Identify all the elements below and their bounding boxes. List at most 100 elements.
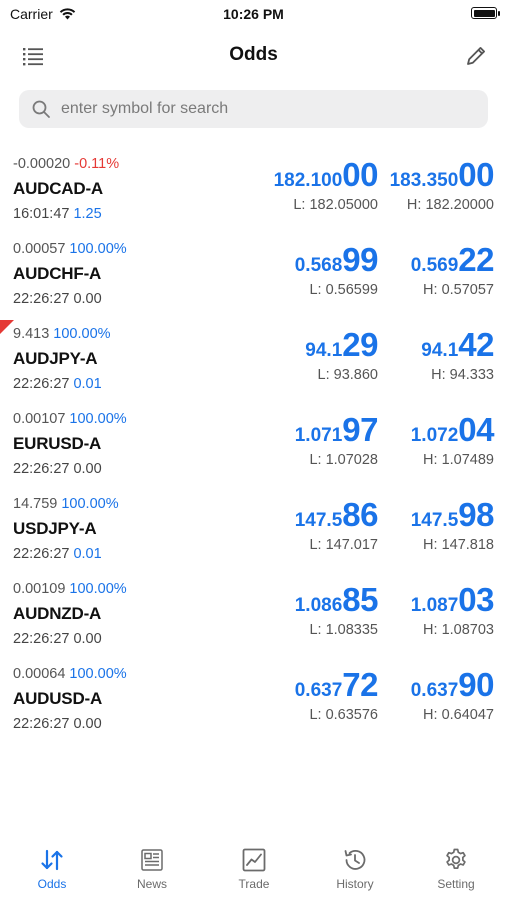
change-line: 0.00064 100.00% <box>13 666 127 682</box>
search-icon <box>32 100 50 118</box>
tab-setting[interactable]: Setting <box>416 846 496 891</box>
quote-time: 22:26:27 <box>13 291 70 307</box>
low-price: L: 1.08335 <box>309 622 378 638</box>
symbol-name: EURUSD-A <box>13 434 102 453</box>
high-price: H: 0.57057 <box>423 282 494 298</box>
spread-value: 0.00 <box>73 291 102 307</box>
price-change: -0.00020 <box>13 156 71 172</box>
tab-odds-label: Odds <box>37 877 67 891</box>
bid-price[interactable]: 0.56899 <box>295 241 379 279</box>
spread-value: 0.01 <box>73 376 102 392</box>
low-price: L: 182.05000 <box>293 197 378 213</box>
status-time: 10:26 PM <box>223 6 284 22</box>
quote-row[interactable]: 0.00107 100.00% EURUSD-A 22:26:27 0.00 1.0719… <box>0 405 507 490</box>
spread-value: 0.01 <box>73 546 102 562</box>
percent-change: 100.00% <box>61 496 119 512</box>
ask-price[interactable]: 183.35000 <box>390 156 495 194</box>
spread-value: 0.00 <box>73 461 102 477</box>
percent-change: -0.11% <box>74 156 120 172</box>
percent-change: 100.00% <box>53 326 111 342</box>
ask-price-pips: 42 <box>458 326 494 363</box>
change-line: -0.00020 -0.11% <box>13 156 119 172</box>
ask-price-pips: 90 <box>458 666 494 703</box>
change-line: 0.00107 100.00% <box>13 411 127 427</box>
ask-price[interactable]: 0.63790 <box>410 666 495 704</box>
change-line: 0.00057 100.00% <box>13 241 127 257</box>
time-line: 22:26:27 0.00 <box>13 716 102 732</box>
time-line: 22:26:27 0.01 <box>13 546 102 562</box>
bid-price[interactable]: 1.07197 <box>295 411 379 449</box>
ask-price-main: 1.087 <box>410 595 459 616</box>
bid-price-main: 94.1 <box>305 340 343 361</box>
bid-price[interactable]: 0.63772 <box>294 666 379 704</box>
ask-price[interactable]: 147.598 <box>410 496 495 534</box>
ask-price-main: 94.1 <box>421 340 459 361</box>
time-line: 22:26:27 0.00 <box>13 461 102 477</box>
tab-bar: Odds News Trade History Setting <box>0 840 507 900</box>
tab-odds[interactable]: Odds <box>12 846 92 891</box>
ask-price-pips: 04 <box>458 411 494 448</box>
tab-history[interactable]: History <box>315 846 395 891</box>
time-line: 16:01:47 1.25 <box>13 206 102 222</box>
low-price: L: 1.07028 <box>309 452 378 468</box>
quote-time: 16:01:47 <box>13 206 70 222</box>
percent-change: 100.00% <box>69 411 127 427</box>
history-clock-icon <box>344 850 366 870</box>
bid-price-main: 147.5 <box>294 510 343 531</box>
chart-icon <box>242 848 266 872</box>
tab-trade[interactable]: Trade <box>214 846 294 891</box>
symbol-name: AUDUSD-A <box>13 689 103 708</box>
symbol-name: USDJPY-A <box>13 519 97 538</box>
bid-price-main: 1.086 <box>294 595 343 616</box>
ask-price[interactable]: 94.142 <box>421 326 494 364</box>
bid-price[interactable]: 1.08685 <box>294 581 379 619</box>
ask-price-main: 1.072 <box>410 425 459 446</box>
percent-change: 100.00% <box>69 581 127 597</box>
sort-arrows-icon <box>41 849 63 871</box>
ask-price[interactable]: 1.08703 <box>410 581 495 619</box>
low-price: L: 0.56599 <box>309 282 378 298</box>
low-price: L: 147.017 <box>309 537 378 553</box>
price-change: 9.413 <box>13 326 50 342</box>
tab-news-label: News <box>136 877 167 891</box>
bid-price-main: 0.637 <box>294 680 343 701</box>
quote-row[interactable]: 0.00057 100.00% AUDCHF-A 22:26:27 0.00 0.5689… <box>0 235 507 320</box>
quote-row[interactable]: 0.00109 100.00% AUDNZD-A 22:26:27 0.00 1.0868… <box>0 575 507 660</box>
time-line: 22:26:27 0.01 <box>13 376 102 392</box>
tab-trade-label: Trade <box>238 877 270 891</box>
quote-list: -0.00020 -0.11% AUDCAD-A 16:01:47 1.25 182.10… <box>0 150 507 745</box>
quote-time: 22:26:27 <box>13 461 70 477</box>
bid-price-pips: 85 <box>342 581 378 618</box>
quote-time: 22:26:27 <box>13 376 70 392</box>
ask-price[interactable]: 1.07204 <box>410 411 495 449</box>
ask-price-main: 147.5 <box>410 510 459 531</box>
quote-row[interactable]: -0.00020 -0.11% AUDCAD-A 16:01:47 1.25 182.10… <box>0 150 507 235</box>
tab-news[interactable]: News <box>112 846 192 891</box>
quote-row[interactable]: 14.759 100.00% USDJPY-A 22:26:27 0.01 147.586… <box>0 490 507 575</box>
ask-price-main: 0.637 <box>410 680 459 701</box>
bid-price[interactable]: 182.10000 <box>274 156 379 194</box>
quote-row[interactable]: 0.00064 100.00% AUDUSD-A 22:26:27 0.00 0.6377… <box>0 660 507 745</box>
change-line: 14.759 100.00% <box>13 496 119 512</box>
bid-price[interactable]: 94.129 <box>305 326 378 364</box>
spread-value: 0.00 <box>73 716 102 732</box>
symbol-name: AUDJPY-A <box>13 349 98 368</box>
edit-pencil-icon[interactable] <box>463 43 489 69</box>
quote-time: 22:26:27 <box>13 546 70 562</box>
bid-price-pips: 86 <box>342 496 378 533</box>
low-price: L: 0.63576 <box>309 707 378 723</box>
search-input[interactable] <box>59 99 463 119</box>
ask-price-main: 0.569 <box>410 255 459 276</box>
status-bar: Carrier 10:26 PM <box>0 0 507 28</box>
quote-row[interactable]: 9.413 100.00% AUDJPY-A 22:26:27 0.01 94.129 94… <box>0 320 507 405</box>
ask-price-pips: 03 <box>458 581 494 618</box>
search-bar[interactable] <box>19 90 488 128</box>
alert-flag-icon <box>0 320 14 334</box>
time-line: 22:26:27 0.00 <box>13 631 102 647</box>
symbol-name: AUDCAD-A <box>13 179 103 198</box>
bid-price[interactable]: 147.586 <box>294 496 379 534</box>
bid-price-pips: 00 <box>342 156 378 193</box>
high-price: H: 1.07489 <box>423 452 494 468</box>
ask-price[interactable]: 0.56922 <box>410 241 495 279</box>
price-change: 14.759 <box>13 496 58 512</box>
